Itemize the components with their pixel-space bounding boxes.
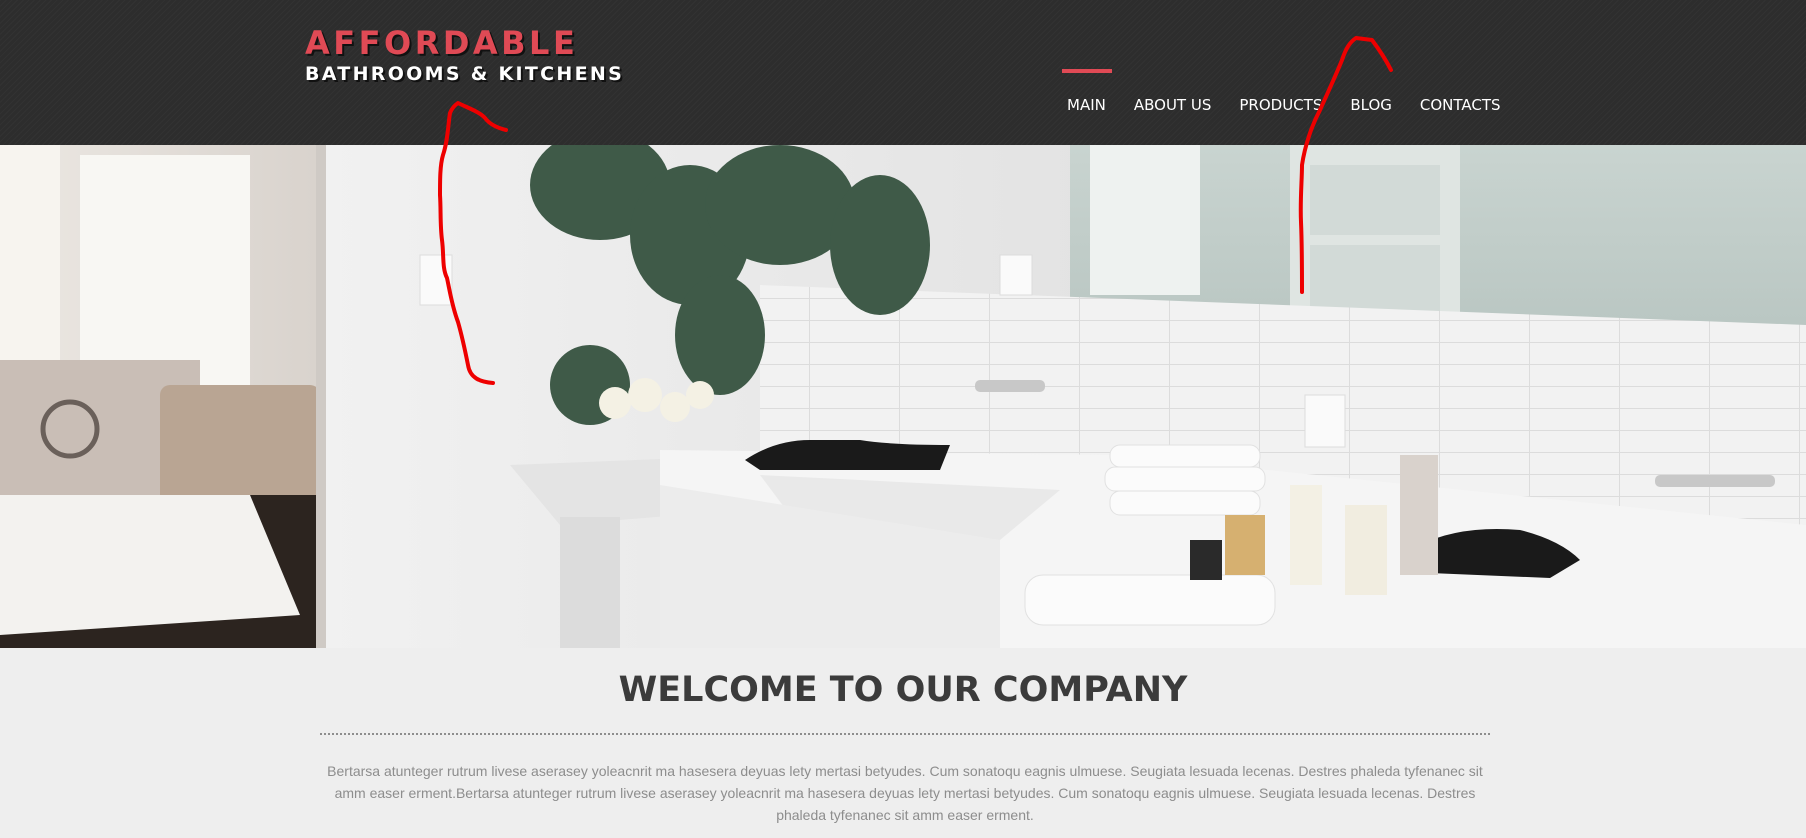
nav-item-label: ABOUT US xyxy=(1133,96,1212,114)
nav-item-blog[interactable]: BLOG xyxy=(1350,96,1392,114)
nav-item-label: PRODUCTS xyxy=(1239,96,1323,114)
welcome-title: WELCOME TO OUR COMPANY xyxy=(618,670,1188,710)
dotted-divider xyxy=(320,733,1490,735)
nav-item-label: MAIN xyxy=(1067,96,1106,114)
main-nav: MAIN ABOUT US PRODUCTS BLOG CONTACTS xyxy=(1062,69,1529,114)
nav-item-label: BLOG xyxy=(1350,96,1392,114)
nav-item-label: CONTACTS xyxy=(1419,96,1501,114)
nav-item-contacts[interactable]: CONTACTS xyxy=(1420,96,1501,114)
nav-item-products[interactable]: PRODUCTS xyxy=(1239,96,1322,114)
bathroom-photo xyxy=(0,145,1806,648)
active-nav-indicator xyxy=(1062,69,1112,73)
site-header: AFFORDABLE BATHROOMS & KITCHENS MAIN ABO… xyxy=(0,0,1806,145)
nav-item-main[interactable]: MAIN xyxy=(1062,69,1112,114)
logo-subtitle: BATHROOMS & KITCHENS xyxy=(305,63,625,85)
welcome-section: WELCOME TO OUR COMPANY Bertarsa atuntege… xyxy=(0,648,1806,838)
site-logo[interactable]: AFFORDABLE BATHROOMS & KITCHENS xyxy=(305,24,624,86)
nav-item-about-us[interactable]: ABOUT US xyxy=(1134,96,1212,114)
hero-image xyxy=(0,145,1806,648)
welcome-text: Bertarsa atunteger rutrum livese aserase… xyxy=(327,763,1483,823)
logo-title: AFFORDABLE xyxy=(305,24,579,62)
